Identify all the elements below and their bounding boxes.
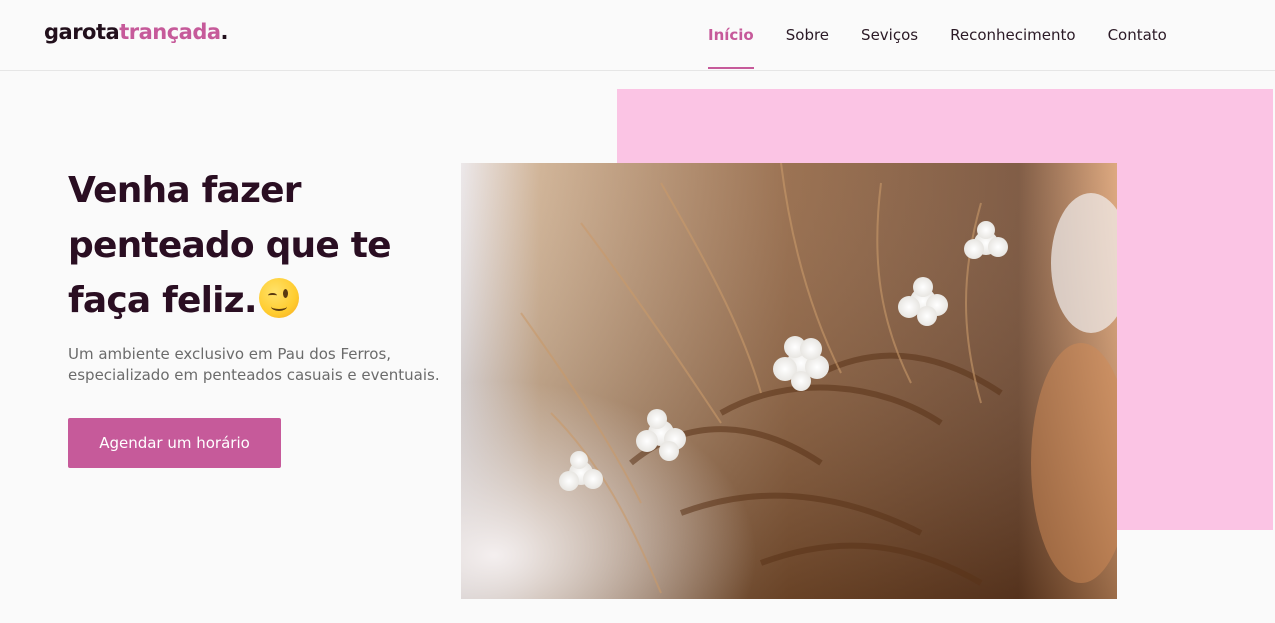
- hero-photo: [461, 163, 1117, 599]
- logo-text-accent: trançada: [119, 20, 221, 44]
- logo-text-dark: garota: [44, 20, 120, 44]
- nav-item-inicio[interactable]: Início: [708, 0, 754, 70]
- hero-title: Venha fazer penteado que te faça feliz.: [68, 163, 438, 328]
- logo-dot: .: [220, 20, 229, 44]
- main-nav: Início Sobre Seviços Reconhecimento Cont…: [708, 0, 1167, 70]
- hero-title-line-3: faça feliz.: [68, 280, 258, 321]
- site-header: garotatrançada. Início Sobre Seviços Rec…: [0, 0, 1275, 71]
- hero-title-line-2: penteado que te: [68, 225, 392, 266]
- winking-face-icon: [258, 278, 299, 318]
- braided-hair-photo-icon: [461, 163, 1117, 599]
- page: garotatrançada. Início Sobre Seviços Rec…: [0, 0, 1275, 623]
- site-logo[interactable]: garotatrançada.: [44, 20, 229, 44]
- nav-item-servicos[interactable]: Seviços: [861, 0, 918, 70]
- nav-item-reconhecimento[interactable]: Reconhecimento: [950, 0, 1075, 70]
- schedule-appointment-button[interactable]: Agendar um horário: [68, 418, 281, 468]
- hero-subtitle: Um ambiente exclusivo em Pau dos Ferros,…: [68, 345, 440, 384]
- nav-item-contato[interactable]: Contato: [1108, 0, 1167, 70]
- nav-item-sobre[interactable]: Sobre: [786, 0, 829, 70]
- hero-title-line-1: Venha fazer: [68, 170, 301, 211]
